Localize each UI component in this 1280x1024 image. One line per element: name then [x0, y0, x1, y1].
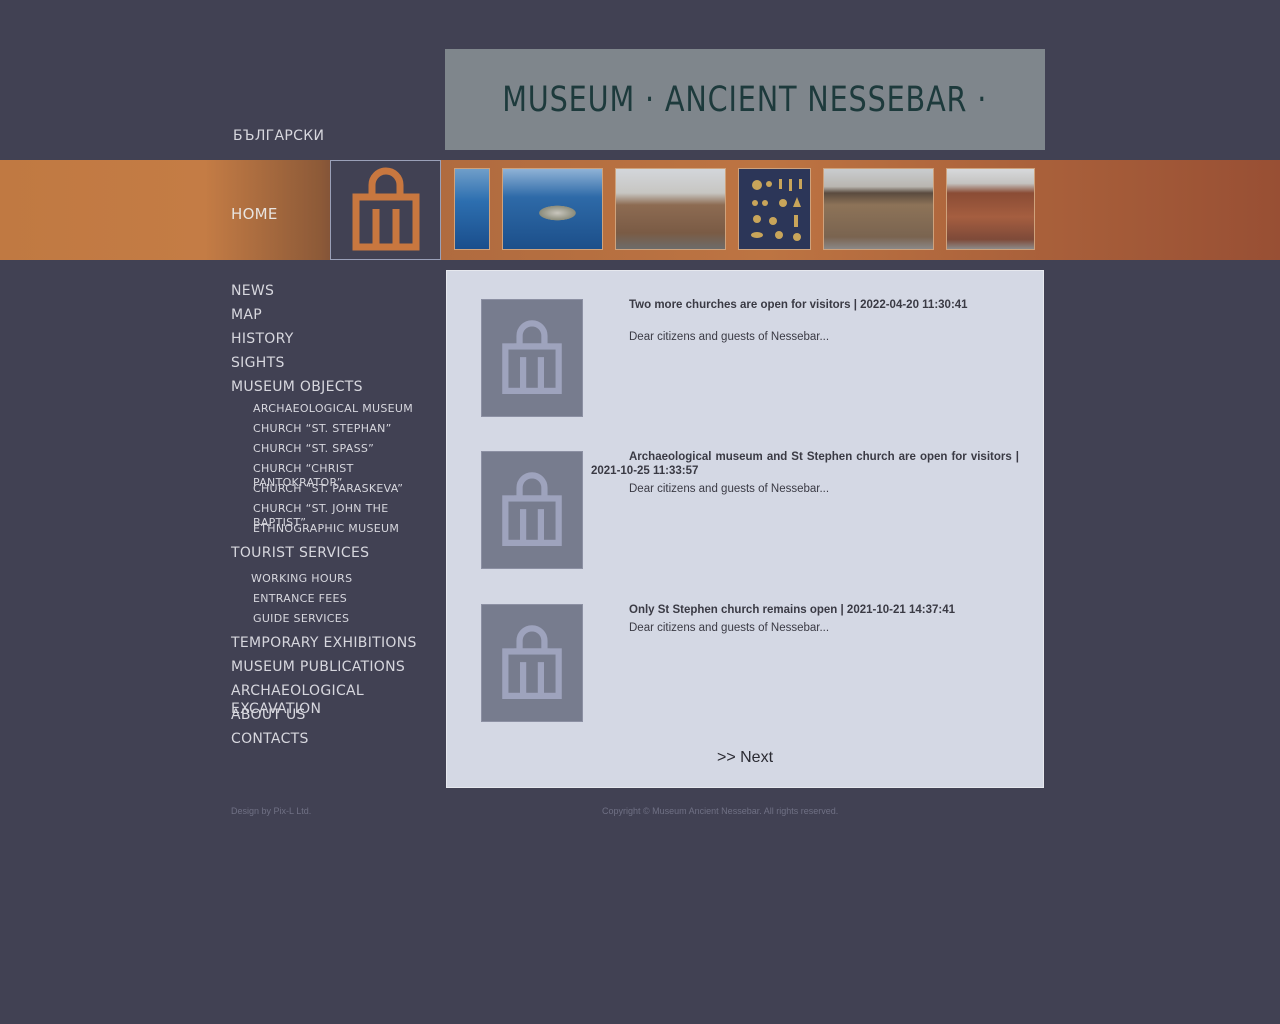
news-item: Archaeological museum and St Stephen chu… [481, 451, 1019, 581]
footer-design-credit[interactable]: Design by Pix-L Ltd. [231, 806, 311, 816]
photo-church-stone[interactable] [615, 168, 726, 250]
nav-church-st-spass[interactable]: CHURCH “ST. SPASS” [231, 442, 441, 462]
footer-copyright: Copyright © Museum Ancient Nessebar. All… [602, 806, 839, 816]
news-excerpt: Dear citizens and guests of Nessebar... [629, 331, 830, 343]
nav-church-christ-pantokrator[interactable]: CHURCH “CHRIST PANTOKRATOR” [231, 462, 441, 489]
museum-placeholder-icon [502, 625, 562, 700]
news-excerpt: Dear citizens and guests of Nessebar... [629, 622, 830, 634]
nav-map[interactable]: MAP [231, 306, 441, 330]
nav-about-us[interactable]: ABOUT US [231, 706, 441, 730]
photo-sea[interactable] [454, 168, 490, 250]
photo-aerial-island[interactable] [502, 168, 603, 250]
nav-working-hours[interactable]: WORKING HOURS [231, 572, 441, 592]
nav-history[interactable]: HISTORY [231, 330, 441, 354]
museum-placeholder-icon [502, 472, 562, 546]
news-thumbnail[interactable] [481, 299, 583, 417]
nav-guide-services[interactable]: GUIDE SERVICES [231, 612, 441, 632]
nav-church-st-john-baptist[interactable]: CHURCH “ST. JOHN THE BAPTIST” [231, 502, 441, 529]
nav-entrance-fees[interactable]: ENTRANCE FEES [231, 592, 441, 612]
nav-ethnographic-museum[interactable]: ETHNOGRAPHIC MUSEUM [231, 522, 441, 542]
nav-temporary-exhibitions[interactable]: TEMPORARY EXHIBITIONS [231, 634, 441, 658]
next-page-link[interactable]: >> Next [447, 749, 1043, 767]
nav-archaeological-excavation[interactable]: ARCHAEOLOGICAL EXCAVATION [231, 682, 441, 717]
gold-objects-icon [751, 179, 802, 241]
news-thumbnail[interactable] [481, 451, 583, 569]
nav-museum-publications[interactable]: MUSEUM PUBLICATIONS [231, 658, 441, 682]
news-item: Only St Stephen church remains open | 20… [481, 604, 1019, 734]
news-thumbnail[interactable] [481, 604, 583, 722]
nav-archaeological-museum[interactable]: ARCHAEOLOGICAL MUSEUM [231, 402, 441, 422]
museum-logo-icon [352, 167, 419, 251]
site-title: MUSEUM · ANCIENT NESSEBAR · [502, 79, 988, 120]
nav-museum-objects[interactable]: MUSEUM OBJECTS [231, 378, 441, 402]
nav-news[interactable]: NEWS [231, 282, 441, 306]
photo-old-house[interactable] [823, 168, 934, 250]
language-link[interactable]: БЪЛГАРСКИ [233, 128, 324, 144]
nav-church-st-stephan[interactable]: CHURCH “ST. STEPHAN” [231, 422, 441, 442]
news-title[interactable]: Archaeological museum and St Stephen chu… [591, 450, 1019, 478]
photo-brick-church[interactable] [946, 168, 1035, 250]
museum-placeholder-icon [502, 320, 562, 394]
nav-contacts[interactable]: CONTACTS [231, 730, 441, 754]
museum-logo[interactable] [330, 160, 441, 260]
nav-tourist-services[interactable]: TOURIST SERVICES [231, 544, 441, 568]
nav-church-st-paraskeva[interactable]: CHURCH “ST. PARASKEVA” [231, 482, 441, 502]
main-nav: NEWS MAP HISTORY SIGHTS MUSEUM OBJECTS A… [231, 282, 441, 754]
news-title[interactable]: Two more churches are open for visitors … [591, 298, 1019, 312]
news-item: Two more churches are open for visitors … [481, 299, 1019, 429]
nav-sights[interactable]: SIGHTS [231, 354, 441, 378]
photo-gold-objects[interactable] [738, 168, 811, 250]
news-title[interactable]: Only St Stephen church remains open | 20… [591, 603, 1019, 617]
nav-home-link[interactable]: HOME [231, 205, 278, 223]
site-banner: MUSEUM · ANCIENT NESSEBAR · [445, 49, 1045, 150]
news-panel: Two more churches are open for visitors … [446, 270, 1044, 788]
news-excerpt: Dear citizens and guests of Nessebar... [629, 483, 830, 495]
